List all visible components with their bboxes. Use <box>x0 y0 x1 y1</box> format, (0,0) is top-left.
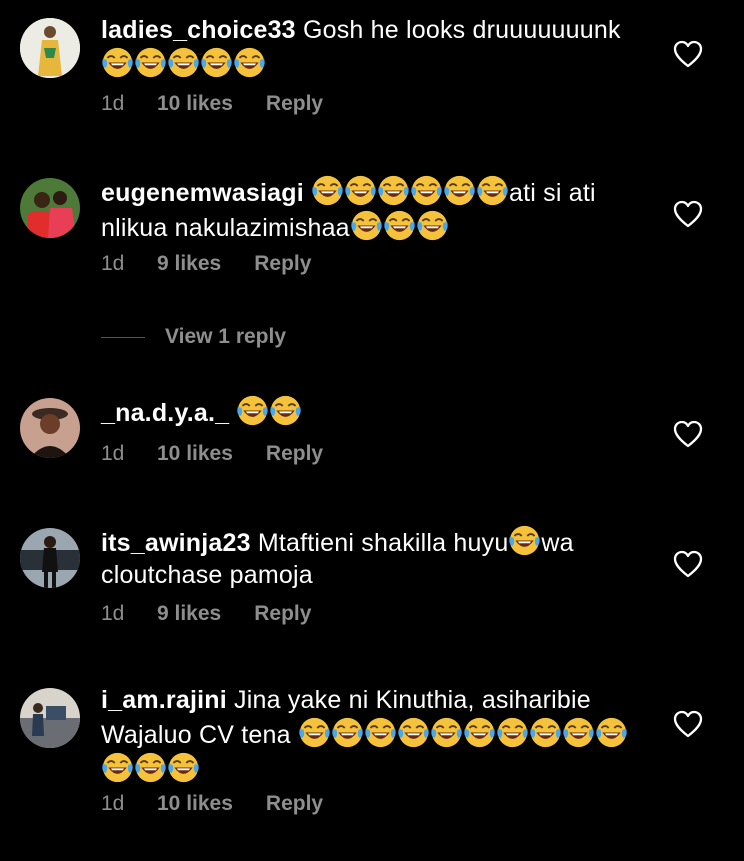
face-with-tears-of-joy-icon <box>167 751 200 784</box>
likes-count[interactable]: 10 likes <box>157 792 233 816</box>
comment-timestamp: 1d <box>101 792 125 815</box>
heart-outline-icon[interactable] <box>673 420 703 448</box>
face-with-tears-of-joy-icon <box>134 751 167 784</box>
face-with-tears-of-joy-icon <box>200 46 233 79</box>
face-with-tears-of-joy-icon <box>236 394 269 427</box>
comment-username[interactable]: its_awinja23 <box>101 529 251 557</box>
comment-username[interactable]: _na.d.y.a._ <box>101 399 229 427</box>
face-with-tears-of-joy-icon <box>383 209 416 242</box>
reply-button[interactable]: Reply <box>266 442 323 466</box>
face-with-tears-of-joy-icon <box>416 209 449 242</box>
view-replies-button[interactable]: View 1 reply <box>101 322 286 352</box>
face-with-tears-of-joy-icon <box>508 524 541 557</box>
face-with-tears-of-joy-icon <box>101 751 134 784</box>
likes-count[interactable]: 9 likes <box>157 602 221 626</box>
face-with-tears-of-joy-icon <box>364 716 397 749</box>
face-with-tears-of-joy-icon <box>344 174 377 207</box>
comment-timestamp: 1d <box>101 602 125 625</box>
face-with-tears-of-joy-icon <box>269 394 302 427</box>
reply-button[interactable]: Reply <box>266 792 323 816</box>
avatar[interactable] <box>20 178 80 238</box>
face-with-tears-of-joy-icon <box>496 716 529 749</box>
reply-button[interactable]: Reply <box>254 602 311 626</box>
comment-username[interactable]: ladies_choice33 <box>101 16 296 44</box>
avatar[interactable] <box>20 688 80 748</box>
face-with-tears-of-joy-icon <box>476 174 509 207</box>
face-with-tears-of-joy-icon <box>134 46 167 79</box>
comment-username[interactable]: eugenemwasiagi <box>101 179 304 207</box>
avatar[interactable] <box>20 528 80 588</box>
likes-count[interactable]: 9 likes <box>157 252 221 276</box>
reply-divider-line <box>101 336 145 338</box>
face-with-tears-of-joy-icon <box>331 716 364 749</box>
comment-timestamp: 1d <box>101 92 125 115</box>
avatar[interactable] <box>20 18 80 78</box>
avatar[interactable] <box>20 398 80 458</box>
face-with-tears-of-joy-icon <box>350 209 383 242</box>
face-with-tears-of-joy-icon <box>463 716 496 749</box>
face-with-tears-of-joy-icon <box>443 174 476 207</box>
face-with-tears-of-joy-icon <box>167 46 200 79</box>
face-with-tears-of-joy-icon <box>529 716 562 749</box>
view-replies-label: View 1 reply <box>165 325 287 348</box>
face-with-tears-of-joy-icon <box>377 174 410 207</box>
heart-outline-icon[interactable] <box>673 550 703 578</box>
comment-text: Gosh he looks druuuuuuunk <box>302 16 621 44</box>
heart-outline-icon[interactable] <box>673 40 703 68</box>
reply-button[interactable]: Reply <box>254 252 311 276</box>
comment-text: Mtaftieni shakilla huyu <box>257 529 509 557</box>
likes-count[interactable]: 10 likes <box>157 442 233 466</box>
heart-outline-icon[interactable] <box>673 200 703 228</box>
comment-timestamp: 1d <box>101 252 125 275</box>
likes-count[interactable]: 10 likes <box>157 92 233 116</box>
face-with-tears-of-joy-icon <box>595 716 628 749</box>
face-with-tears-of-joy-icon <box>410 174 443 207</box>
face-with-tears-of-joy-icon <box>430 716 463 749</box>
face-with-tears-of-joy-icon <box>311 174 344 207</box>
face-with-tears-of-joy-icon <box>562 716 595 749</box>
face-with-tears-of-joy-icon <box>298 716 331 749</box>
face-with-tears-of-joy-icon <box>397 716 430 749</box>
comment-username[interactable]: i_am.rajini <box>101 686 227 714</box>
face-with-tears-of-joy-icon <box>101 46 134 79</box>
face-with-tears-of-joy-icon <box>233 46 266 79</box>
heart-outline-icon[interactable] <box>673 710 703 738</box>
comment-timestamp: 1d <box>101 442 125 465</box>
reply-button[interactable]: Reply <box>266 92 323 116</box>
